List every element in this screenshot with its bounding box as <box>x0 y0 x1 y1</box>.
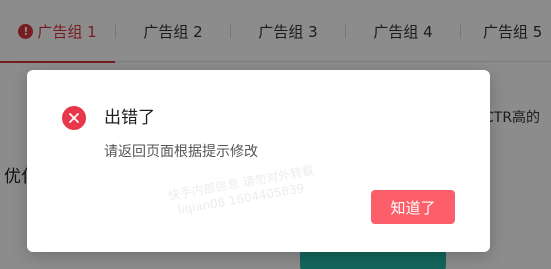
watermark-text: liqian08 1604405839 <box>176 180 306 218</box>
error-dialog: 出错了 请返回页面根据提示修改 知道了 快手内部信息 请勿对外转载 liqian… <box>27 70 490 252</box>
dialog-message: 请返回页面根据提示修改 <box>104 144 258 160</box>
close-circle-icon <box>62 106 86 130</box>
acknowledge-button[interactable]: 知道了 <box>371 190 455 224</box>
dialog-title: 出错了 <box>104 108 155 128</box>
watermark-text: 快手内部信息 请勿对外转载 <box>166 163 316 203</box>
